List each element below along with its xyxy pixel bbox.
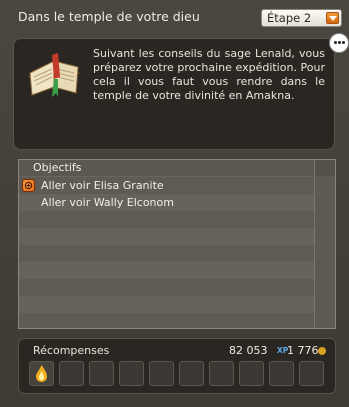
quest-marker-icon[interactable] (22, 179, 35, 192)
quest-window: Dans le temple de votre dieu Étape 2 Sui… (0, 0, 349, 407)
objective-label: Aller voir Elisa Granite (41, 179, 164, 192)
flame-orb-icon (36, 365, 47, 382)
chevron-down-icon[interactable] (326, 12, 339, 24)
title-bar: Dans le temple de votre dieu Étape 2 (6, 6, 342, 30)
reward-slot[interactable] (269, 361, 294, 386)
more-options-button[interactable] (329, 33, 349, 53)
scrollbar-header (315, 160, 335, 176)
quest-description-text: Suivant les conseils du sage Lenald, vou… (93, 47, 325, 102)
reward-slot[interactable] (179, 361, 204, 386)
empty-row (19, 245, 314, 262)
reward-slot[interactable] (29, 361, 54, 386)
empty-row (19, 313, 314, 328)
objective-row[interactable]: Aller voir Elisa Granite (19, 177, 314, 194)
reward-slot[interactable] (119, 361, 144, 386)
dot-icon (342, 41, 345, 44)
xp-value: 82 053 (229, 344, 268, 357)
dot-icon (338, 41, 341, 44)
objectives-panel: Objectifs Aller voir Elisa Granite Aller… (18, 159, 336, 329)
objectives-scrollbar[interactable] (314, 160, 335, 328)
rewards-header: Récompenses (33, 344, 110, 357)
kama-coin-icon (318, 347, 326, 355)
rewards-panel: Récompenses 82 053 XP 1 776 (18, 338, 336, 394)
reward-slot[interactable] (89, 361, 114, 386)
quest-title: Dans le temple de votre dieu (18, 9, 200, 24)
empty-row (19, 279, 314, 296)
reward-slot[interactable] (299, 361, 324, 386)
reward-slot[interactable] (209, 361, 234, 386)
reward-slot[interactable] (149, 361, 174, 386)
step-dropdown-value: Étape 2 (267, 11, 312, 25)
empty-row (19, 296, 314, 313)
open-book-icon (24, 47, 84, 103)
empty-row (19, 211, 314, 228)
empty-row (19, 228, 314, 245)
objective-label: Aller voir Wally Elconom (41, 196, 174, 209)
empty-row (19, 262, 314, 279)
reward-slot[interactable] (239, 361, 264, 386)
quest-description-panel: Suivant les conseils du sage Lenald, vou… (13, 38, 335, 150)
reward-slot[interactable] (59, 361, 84, 386)
objectives-header: Objectifs (19, 160, 314, 176)
dot-icon (334, 41, 337, 44)
step-dropdown[interactable]: Étape 2 (261, 9, 342, 27)
objective-row[interactable]: Aller voir Wally Elconom (19, 194, 314, 211)
kamas-value: 1 776 (287, 344, 319, 357)
